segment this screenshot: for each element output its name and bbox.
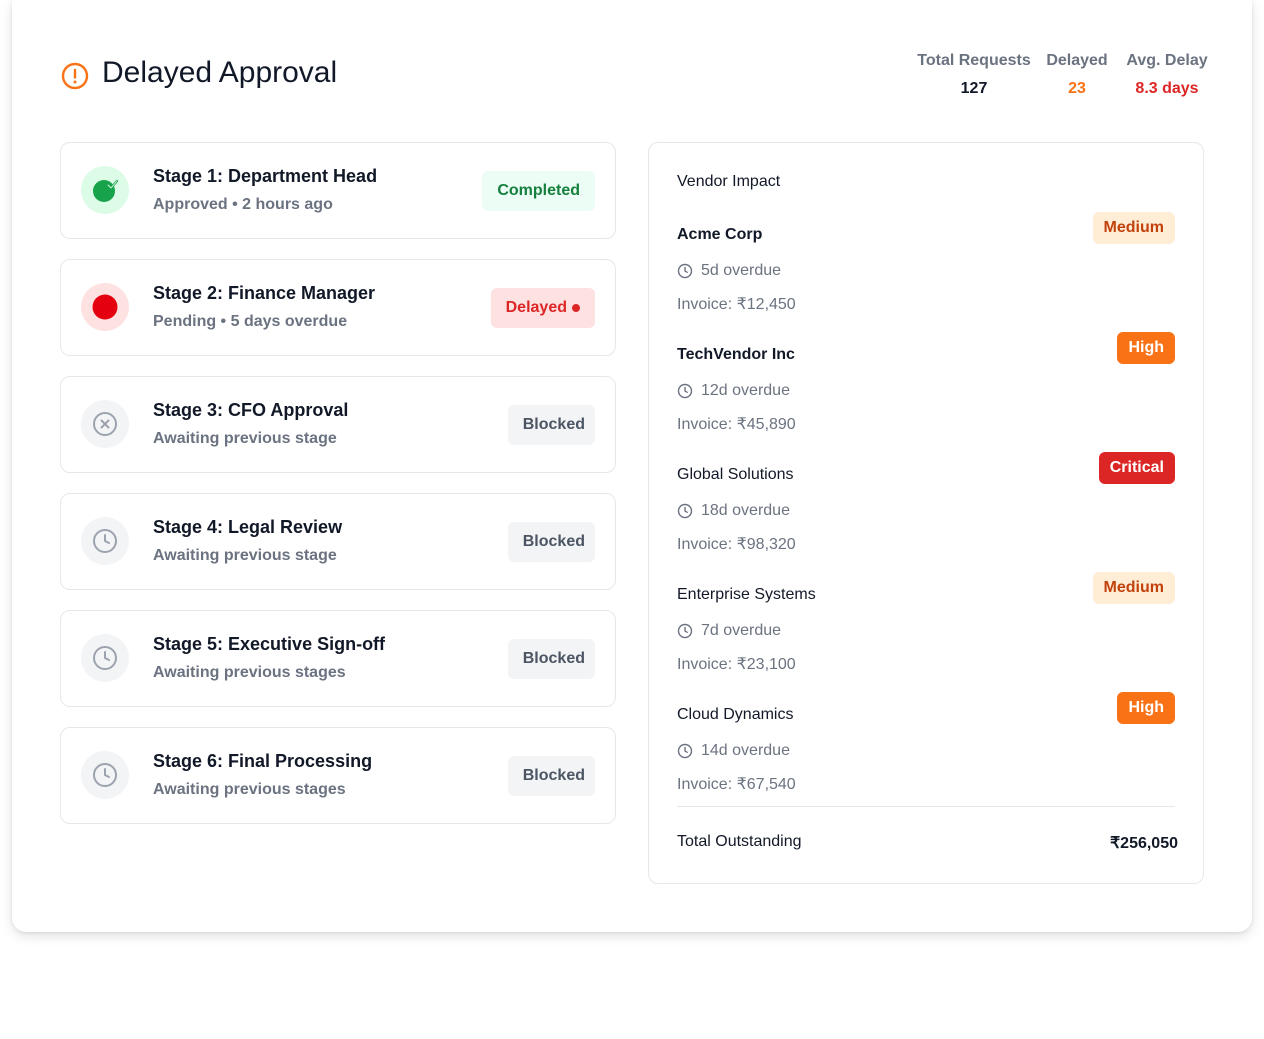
stage-subtitle: Awaiting previous stages	[153, 781, 346, 798]
status-badge-label: Completed	[497, 182, 580, 199]
clock-icon	[81, 751, 129, 799]
stage-subtitle: Awaiting previous stage	[153, 430, 337, 447]
stat-value: 8.3 days	[1135, 80, 1199, 97]
vendor-invoice: Invoice: ₹98,320	[677, 536, 796, 553]
vendor-overdue: 12d overdue	[677, 382, 790, 400]
vendor-name: Acme Corp	[677, 226, 763, 243]
severity-badge: Medium	[1092, 572, 1175, 604]
vendor-invoice: Invoice: ₹23,100	[677, 656, 796, 673]
overdue-text: 14d overdue	[701, 742, 790, 759]
vendor-invoice: Invoice: ₹12,450	[677, 296, 796, 313]
overdue-text: 18d overdue	[701, 502, 790, 519]
stage-title: Stage 6: Final Processing	[153, 751, 373, 771]
stage-card-4[interactable]: Stage 4: Legal Review Awaiting previous …	[60, 493, 616, 590]
vendor-item[interactable]: Global Solutions Critical 18d overdue In…	[677, 452, 1175, 576]
vendor-invoice: Invoice: ₹45,890	[677, 416, 796, 433]
vendor-item[interactable]: Acme Corp Medium 5d overdue Invoice: ₹12…	[677, 212, 1175, 336]
vendor-overdue: 5d overdue	[677, 262, 781, 280]
vendor-overdue: 14d overdue	[677, 742, 790, 760]
status-badge-label: Blocked	[522, 650, 585, 667]
stage-subtitle: Approved • 2 hours ago	[153, 196, 333, 213]
status-badge-label: Blocked	[522, 767, 585, 784]
clock-icon	[677, 503, 693, 519]
clock-icon	[81, 634, 129, 682]
check-circle-icon	[81, 166, 129, 214]
status-badge-label: Blocked	[522, 533, 585, 550]
vendor-name: Global Solutions	[677, 466, 794, 483]
alert-circle-icon	[61, 62, 89, 90]
x-circle-icon	[81, 400, 129, 448]
status-badge-label: Delayed	[505, 299, 567, 316]
overdue-text: 5d overdue	[701, 262, 782, 279]
severity-badge: High	[1117, 692, 1175, 724]
status-badge: Blocked	[507, 639, 595, 679]
stat-total-requests: Total Requests 127	[917, 52, 1031, 98]
stat-delayed: Delayed 23	[1046, 52, 1108, 98]
stat-label: Total Requests	[917, 52, 1031, 69]
severity-badge: High	[1117, 332, 1175, 364]
severity-badge: Critical	[1098, 452, 1175, 484]
severity-badge: Medium	[1092, 212, 1175, 244]
vendor-item[interactable]: Cloud Dynamics High 14d overdue Invoice:…	[677, 692, 1175, 816]
vendor-item[interactable]: Enterprise Systems Medium 7d overdue Inv…	[677, 572, 1175, 696]
pulse-dot-icon	[572, 304, 580, 312]
status-badge: Completed	[482, 171, 595, 211]
stat-value: 23	[1068, 80, 1086, 97]
overdue-text: 12d overdue	[701, 382, 790, 399]
vendor-overdue: 7d overdue	[677, 622, 781, 640]
stage-title: Stage 2: Finance Manager	[153, 283, 376, 303]
status-badge: Blocked	[507, 756, 595, 796]
stage-title: Stage 5: Executive Sign-off	[153, 634, 386, 654]
red-dot-icon	[81, 283, 129, 331]
stage-card-2[interactable]: Stage 2: Finance Manager Pending • 5 day…	[60, 259, 616, 356]
total-outstanding-label: Total Outstanding	[677, 833, 802, 850]
overdue-text: 7d overdue	[701, 622, 782, 639]
status-badge-label: Blocked	[522, 416, 585, 433]
clock-icon	[677, 623, 693, 639]
stage-card-5[interactable]: Stage 5: Executive Sign-off Awaiting pre…	[60, 610, 616, 707]
vendor-invoice: Invoice: ₹67,540	[677, 776, 796, 793]
stage-card-6[interactable]: Stage 6: Final Processing Awaiting previ…	[60, 727, 616, 824]
total-outstanding-value: ₹256,050	[1109, 835, 1178, 852]
stat-value: 127	[960, 80, 988, 97]
vendor-name: Enterprise Systems	[677, 586, 816, 603]
stage-subtitle: Awaiting previous stage	[153, 547, 337, 564]
vendor-name: TechVendor Inc	[677, 346, 795, 363]
clock-icon	[81, 517, 129, 565]
stage-title: Stage 4: Legal Review	[153, 517, 343, 537]
stage-subtitle: Pending • 5 days overdue	[153, 313, 348, 330]
vendor-name: Cloud Dynamics	[677, 706, 794, 723]
stage-title: Stage 3: CFO Approval	[153, 400, 349, 420]
status-badge: Blocked	[507, 522, 595, 562]
vendor-item[interactable]: TechVendor Inc High 12d overdue Invoice:…	[677, 332, 1175, 456]
clock-icon	[677, 743, 693, 759]
stage-card-1[interactable]: Stage 1: Department Head Approved • 2 ho…	[60, 142, 616, 239]
stage-subtitle: Awaiting previous stages	[153, 664, 346, 681]
stage-title: Stage 1: Department Head	[153, 166, 378, 186]
vendor-impact-panel: Vendor Impact Acme Corp Medium 5d overdu…	[648, 142, 1204, 884]
status-badge: Blocked	[507, 405, 595, 445]
stage-card-3[interactable]: Stage 3: CFO Approval Awaiting previous …	[60, 376, 616, 473]
stat-label: Avg. Delay	[1126, 52, 1208, 69]
status-badge: Delayed	[490, 288, 595, 328]
clock-icon	[677, 383, 693, 399]
panel-title: Vendor Impact	[677, 173, 781, 190]
page-title: Delayed Approval	[102, 56, 338, 89]
stat-avg-delay: Avg. Delay 8.3 days	[1124, 52, 1210, 98]
divider	[677, 806, 1175, 807]
vendor-overdue: 18d overdue	[677, 502, 790, 520]
clock-icon	[677, 263, 693, 279]
stat-label: Delayed	[1046, 52, 1108, 69]
